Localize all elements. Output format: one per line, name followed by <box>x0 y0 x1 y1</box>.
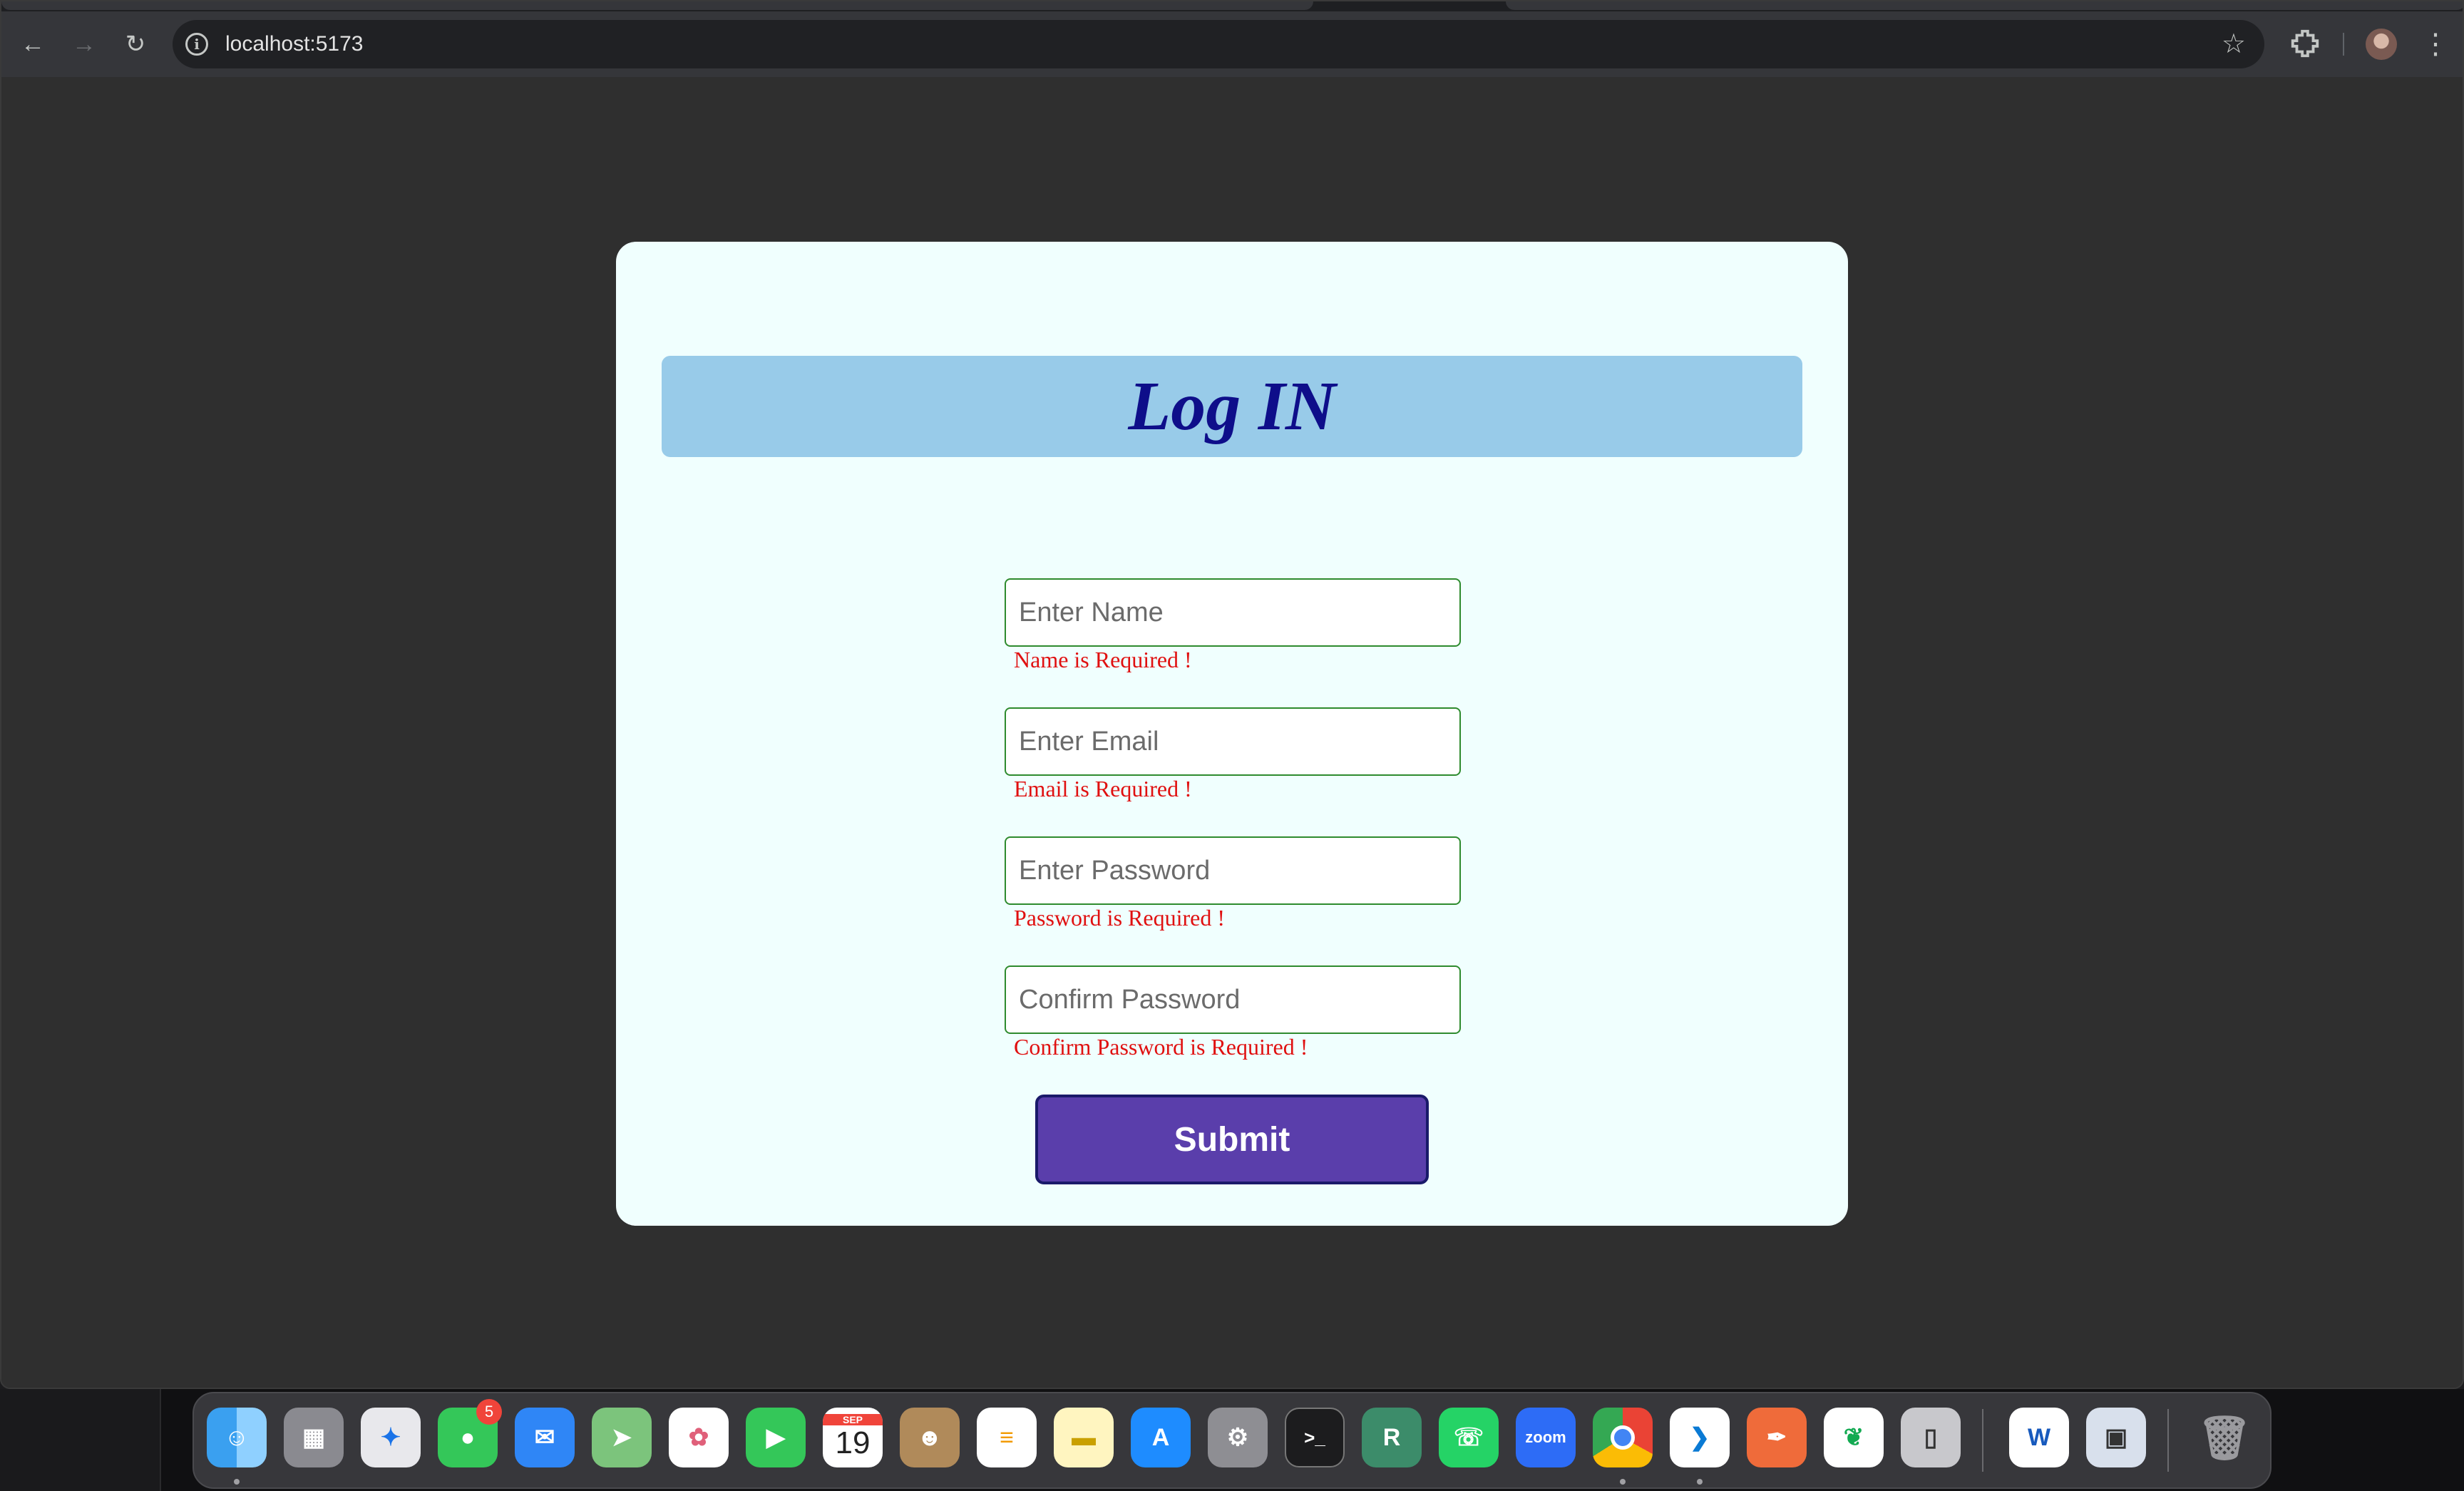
macos-dock: ☺ ▦ ✦ ● 5 ✉ ➤ ✿ ▶ SEP 19 ☻ ≡ ▬ A ⚙ >_ R … <box>192 1392 2272 1489</box>
finder-icon[interactable]: ☺ <box>207 1408 267 1467</box>
preview-icon[interactable]: ▣ <box>2086 1408 2146 1467</box>
tab-left[interactable] <box>1 1 1313 10</box>
reload-icon[interactable]: ↻ <box>117 26 154 63</box>
password-error: Password is Required ! <box>1014 905 1225 931</box>
mongodb-compass-icon[interactable]: ❦ <box>1824 1408 1884 1467</box>
browser-toolbar: ← → ↻ i localhost:5173 ☆ ⋮ <box>1 11 2463 77</box>
rstudio-icon[interactable]: R <box>1362 1408 1422 1467</box>
notes-icon[interactable]: ▬ <box>1054 1408 1114 1467</box>
word-icon[interactable]: W <box>2009 1408 2069 1467</box>
tab-strip <box>1 1 2463 11</box>
vscode-icon[interactable]: ❯ <box>1670 1408 1730 1467</box>
toolbar-separator <box>2343 33 2344 56</box>
messages-badge: 5 <box>476 1399 502 1425</box>
tab-right[interactable] <box>1506 1 2463 10</box>
profile-avatar[interactable] <box>2366 29 2397 60</box>
trash-icon[interactable]: 🗑 <box>2194 1408 2254 1467</box>
url-text[interactable]: localhost:5173 <box>225 20 363 68</box>
chrome-running-dot <box>1620 1479 1626 1485</box>
confirm-password-input[interactable] <box>1005 965 1461 1034</box>
email-input[interactable] <box>1005 707 1461 776</box>
name-input[interactable] <box>1005 578 1461 647</box>
extensions-icon[interactable] <box>2289 27 2321 60</box>
zoom-icon[interactable]: zoom <box>1516 1408 1576 1467</box>
menu-icon[interactable]: ⋮ <box>2421 29 2450 60</box>
dock-divider-2 <box>2167 1409 2169 1472</box>
back-icon[interactable]: ← <box>14 26 51 63</box>
page-viewport: Log IN Name is Required ! Email is Requi… <box>1 77 2463 1388</box>
contacts-icon[interactable]: ☻ <box>900 1408 960 1467</box>
forward-icon[interactable]: → <box>66 26 103 63</box>
launchpad-icon[interactable]: ▦ <box>284 1408 344 1467</box>
calendar-day: 19 <box>835 1425 871 1460</box>
terminal-icon[interactable]: >_ <box>1285 1408 1345 1467</box>
system-settings-icon[interactable]: ⚙ <box>1208 1408 1268 1467</box>
whatsapp-icon[interactable]: ☏ <box>1439 1408 1499 1467</box>
title-banner: Log IN <box>662 356 1802 457</box>
bookmark-star-icon[interactable]: ☆ <box>2222 20 2246 68</box>
email-error: Email is Required ! <box>1014 776 1192 801</box>
dock-divider <box>1982 1409 1983 1472</box>
app-store-icon[interactable]: A <box>1131 1408 1191 1467</box>
confirm-password-error: Confirm Password is Required ! <box>1014 1034 1308 1060</box>
safari-icon[interactable]: ✦ <box>361 1408 421 1467</box>
address-bar[interactable]: i localhost:5173 ☆ <box>173 20 2264 68</box>
postman-icon[interactable]: ✒ <box>1747 1408 1807 1467</box>
photos-icon[interactable]: ✿ <box>669 1408 729 1467</box>
finder-running-dot <box>234 1479 240 1485</box>
iphone-mirroring-icon[interactable]: ▯ <box>1901 1408 1961 1467</box>
site-info-icon[interactable]: i <box>185 33 208 56</box>
desktop-bottom: ☺ ▦ ✦ ● 5 ✉ ➤ ✿ ▶ SEP 19 ☻ ≡ ▬ A ⚙ >_ R … <box>0 1389 2464 1491</box>
facetime-icon[interactable]: ▶ <box>746 1408 806 1467</box>
page-title: Log IN <box>1128 368 1336 445</box>
browser-window: ← → ↻ i localhost:5173 ☆ ⋮ Log IN Name i… <box>0 0 2464 1389</box>
login-card: Log IN Name is Required ! Email is Requi… <box>616 242 1848 1226</box>
maps-icon[interactable]: ➤ <box>592 1408 652 1467</box>
name-error: Name is Required ! <box>1014 647 1192 672</box>
desktop-edge <box>0 1389 161 1491</box>
mail-icon[interactable]: ✉ <box>515 1408 575 1467</box>
calendar-icon[interactable]: SEP 19 <box>823 1408 883 1467</box>
password-input[interactable] <box>1005 836 1461 905</box>
calendar-month: SEP <box>823 1414 883 1425</box>
reminders-icon[interactable]: ≡ <box>977 1408 1037 1467</box>
chrome-icon[interactable] <box>1593 1408 1653 1467</box>
vscode-running-dot <box>1697 1479 1703 1485</box>
submit-button[interactable]: Submit <box>1035 1095 1429 1184</box>
